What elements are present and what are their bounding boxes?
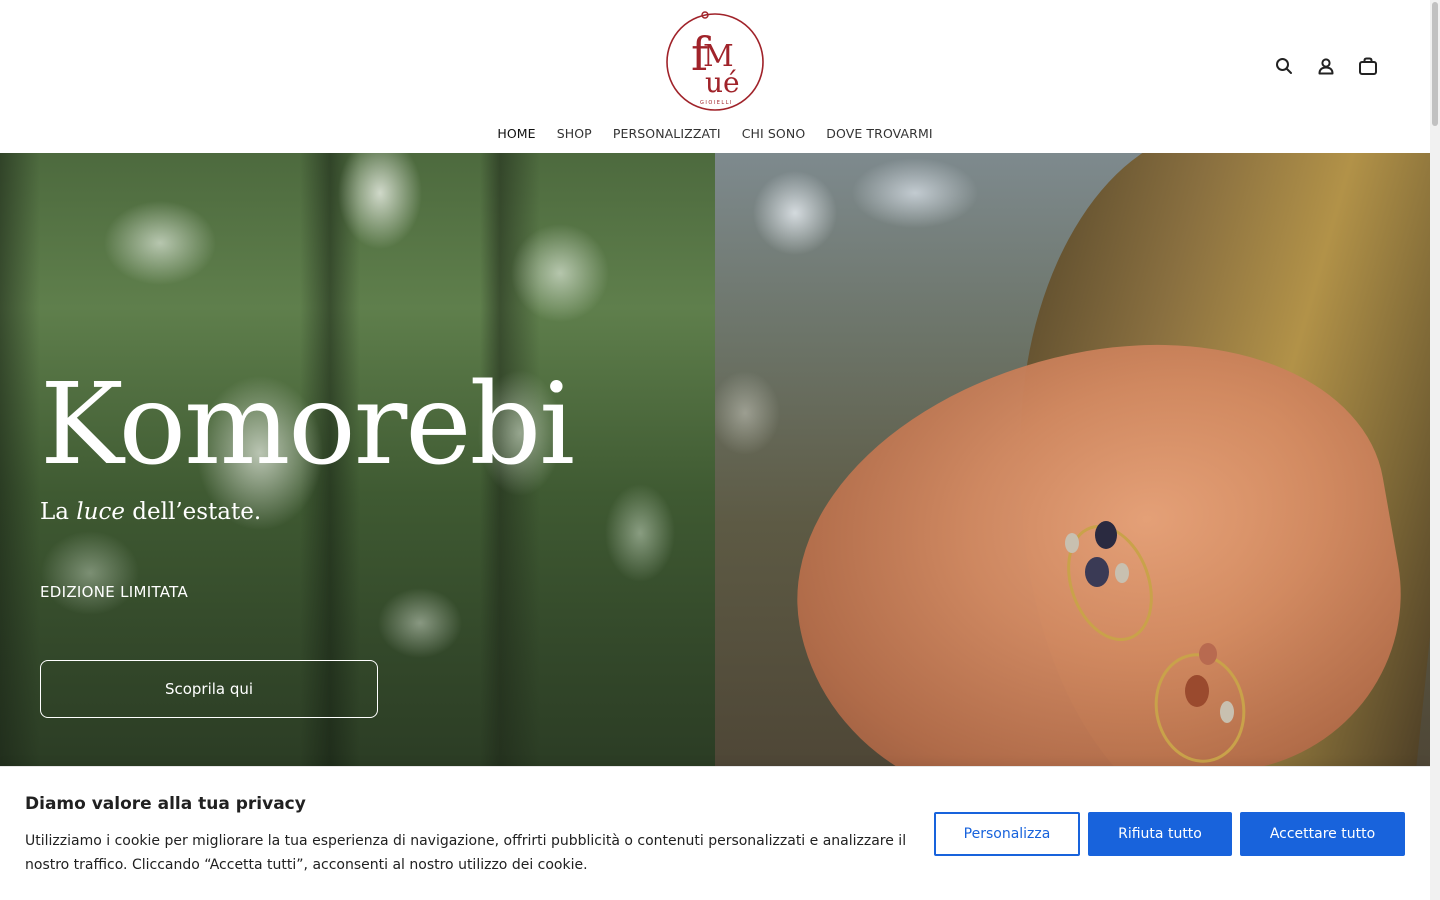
hero-hand-ring-image xyxy=(715,153,1430,773)
hero-title: Komorebi xyxy=(40,360,575,490)
gem-shape xyxy=(1095,521,1117,549)
gem-shape xyxy=(1065,533,1079,553)
accept-all-button[interactable]: Accettare tutto xyxy=(1240,812,1405,856)
hero-tagline-emphasis: luce xyxy=(76,499,125,525)
gem-shape xyxy=(1115,563,1129,583)
gem-shape xyxy=(1220,701,1234,723)
brand-logo[interactable]: f M ué GIOIELLI xyxy=(665,10,765,111)
gem-shape xyxy=(1185,675,1209,707)
gem-shape xyxy=(1085,557,1109,587)
nav-item-home[interactable]: HOME xyxy=(497,126,535,141)
customize-cookies-button[interactable]: Personalizza xyxy=(934,812,1080,856)
reject-all-button[interactable]: Rifiuta tutto xyxy=(1088,812,1232,856)
hero-edition-label: EDIZIONE LIMITATA xyxy=(40,583,189,601)
cookie-description: Utilizziamo i cookie per migliorare la t… xyxy=(25,833,907,873)
nav-item-dove-trovarmi[interactable]: DOVE TROVARMI xyxy=(826,126,932,141)
nav-item-shop[interactable]: SHOP xyxy=(557,126,592,141)
cookie-title: Diamo valore alla tua privacy xyxy=(25,794,306,814)
gem-shape xyxy=(1199,643,1217,665)
nav-item-personalizzati[interactable]: PERSONALIZZATI xyxy=(613,126,721,141)
bag-icon[interactable] xyxy=(1358,56,1378,76)
header-actions xyxy=(1274,56,1378,76)
hero-tagline: La luce dell’estate. xyxy=(40,499,262,525)
svg-text:GIOIELLI: GIOIELLI xyxy=(700,100,733,106)
nav-item-chi-sono[interactable]: CHI SONO xyxy=(742,126,806,141)
cookie-consent-banner: Diamo valore alla tua privacy Utilizziam… xyxy=(0,766,1430,900)
page-scrollbar[interactable] xyxy=(1430,0,1440,900)
main-nav: HOME SHOP PERSONALIZZATI CHI SONO DOVE T… xyxy=(0,126,1430,141)
user-icon[interactable] xyxy=(1316,56,1336,76)
discover-button[interactable]: Scoprila qui xyxy=(40,660,378,718)
search-icon[interactable] xyxy=(1274,56,1294,76)
svg-text:ué: ué xyxy=(705,66,740,99)
site-header: f M ué GIOIELLI HOME SHOP PERSONALIZZATI… xyxy=(0,0,1430,153)
logo-mark: f M ué GIOIELLI xyxy=(666,11,764,111)
hero-banner: Komorebi La luce dell’estate. EDIZIONE L… xyxy=(0,153,1430,773)
scrollbar-thumb[interactable] xyxy=(1432,2,1438,126)
